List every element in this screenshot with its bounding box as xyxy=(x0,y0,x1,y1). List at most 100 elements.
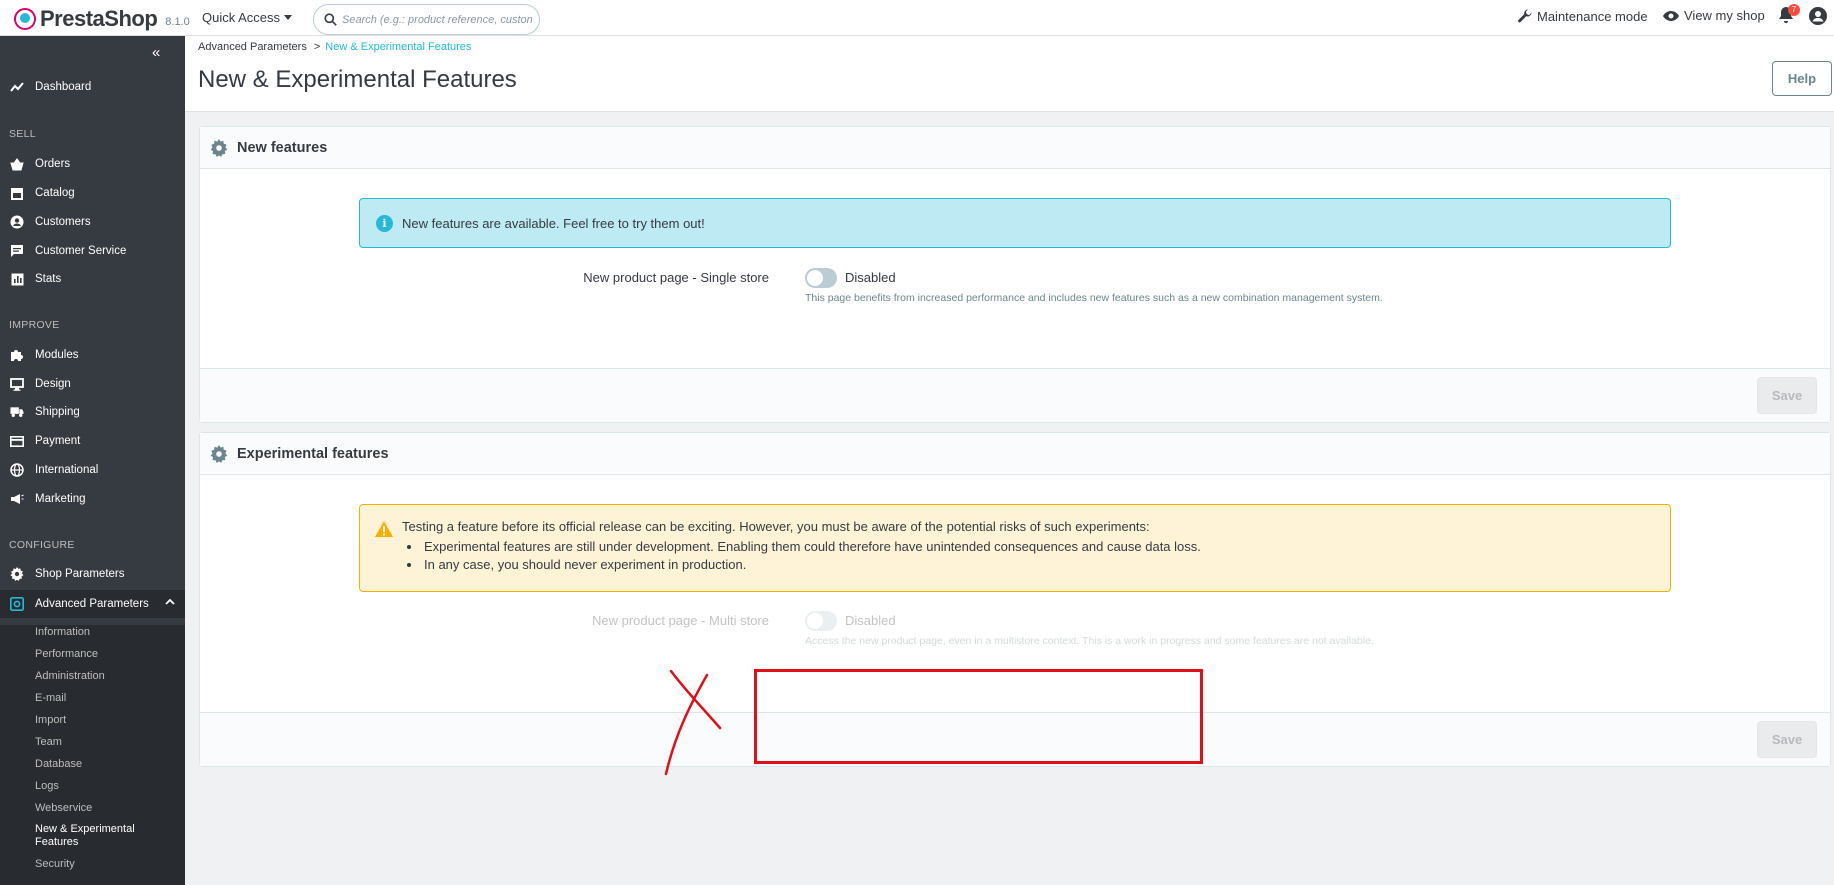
warning-intro: Testing a feature before its official re… xyxy=(402,519,1150,534)
field-label: New product page - Single store xyxy=(583,270,769,285)
gear-icon xyxy=(10,567,24,581)
search-placeholder: Search (e.g.: product reference, custon xyxy=(342,13,533,26)
sidebar-item-label: Marketing xyxy=(35,493,86,505)
warning-alert: Testing a feature before its official re… xyxy=(359,504,1671,592)
sidebar-item-label: Design xyxy=(35,378,71,390)
settings-applications-icon xyxy=(10,597,24,611)
chat-icon xyxy=(10,244,24,258)
info-alert-text: New features are available. Feel free to… xyxy=(402,215,705,231)
info-alert: i New features are available. Feel free … xyxy=(359,198,1671,248)
sidebar-item-dashboard[interactable]: Dashboard xyxy=(0,74,185,100)
field-help-text: Access the new product page, even in a m… xyxy=(805,635,1374,647)
submenu-email[interactable]: E-mail xyxy=(35,692,66,704)
section-configure: CONFIGURE xyxy=(9,539,75,551)
basket-icon xyxy=(10,157,24,171)
prestashop-logo-icon xyxy=(14,8,36,30)
sidebar-item-modules[interactable]: Modules xyxy=(0,342,185,368)
collapse-sidebar-icon[interactable]: « xyxy=(152,44,161,61)
new-features-card: New features i New features are availabl… xyxy=(199,126,1831,423)
sidebar-item-label: Payment xyxy=(35,435,81,447)
sidebar-item-label: Customer Service xyxy=(35,245,127,257)
chevron-up-icon xyxy=(165,598,175,605)
sidebar-item-orders[interactable]: Orders xyxy=(0,151,185,177)
card-header: Experimental features xyxy=(200,433,1830,475)
sidebar-item-marketing[interactable]: Marketing xyxy=(0,486,185,512)
warning-list: Experimental features are still under de… xyxy=(422,538,1201,574)
warning-item: Experimental features are still under de… xyxy=(422,538,1201,556)
sidebar-item-shop-parameters[interactable]: Shop Parameters xyxy=(0,561,185,587)
save-button[interactable]: Save xyxy=(1757,377,1817,414)
monitor-icon xyxy=(10,377,24,391)
single-store-toggle[interactable] xyxy=(805,268,837,288)
annotation-rectangle xyxy=(754,669,1203,764)
sidebar-item-international[interactable]: International xyxy=(0,457,185,483)
caret-down-icon xyxy=(284,15,293,20)
sidebar-item-label: Shipping xyxy=(35,406,80,418)
sidebar-item-label: Dashboard xyxy=(35,81,92,93)
globe-icon xyxy=(10,463,24,477)
sidebar-item-customer-service[interactable]: Customer Service xyxy=(0,238,185,264)
save-button[interactable]: Save xyxy=(1757,721,1817,758)
trending-up-icon xyxy=(10,80,24,94)
field-label: New product page - Multi store xyxy=(591,613,769,628)
notification-badge: 7 xyxy=(1788,4,1800,16)
top-header: PrestaShop 8.1.0 Quick Access Search (e.… xyxy=(0,0,1834,36)
submenu-performance[interactable]: Performance xyxy=(35,648,98,660)
warning-item: In any case, you should never experiment… xyxy=(422,556,1201,574)
view-shop-link[interactable]: View my shop xyxy=(1662,8,1765,23)
maintenance-mode-link[interactable]: Maintenance mode xyxy=(1517,8,1648,24)
prestashop-logo[interactable]: PrestaShop 8.1.0 xyxy=(14,6,190,32)
multi-store-toggle[interactable] xyxy=(805,611,837,631)
wrench-icon xyxy=(1518,9,1532,23)
card-footer: Save xyxy=(200,368,1830,422)
warning-icon xyxy=(375,521,393,537)
sidebar: « Dashboard SELL Orders Catalog Customer… xyxy=(0,36,185,885)
submenu-new-experimental-features[interactable]: New & Experimental Features xyxy=(35,823,155,849)
sidebar-item-label: Shop Parameters xyxy=(35,568,125,580)
page-toolbar: Advanced Parameters > New & Experimental F… xyxy=(185,36,1834,112)
brand-name: PrestaShop xyxy=(40,6,158,31)
store-icon xyxy=(10,186,24,200)
annotation-cross-mark xyxy=(664,670,722,776)
submenu-webservice[interactable]: Webservice xyxy=(35,802,92,814)
breadcrumb-parent[interactable]: Advanced Parameters xyxy=(198,41,307,53)
search-input[interactable]: Search (e.g.: product reference, custon xyxy=(313,4,540,35)
field-help-text: This page benefits from increased perfor… xyxy=(805,292,1383,304)
view-shop-label: View my shop xyxy=(1684,8,1765,23)
info-icon: i xyxy=(376,214,393,232)
submenu-import[interactable]: Import xyxy=(35,714,66,726)
submenu-information[interactable]: Information xyxy=(35,626,90,638)
sidebar-item-label: International xyxy=(35,464,99,476)
sidebar-item-advanced-parameters[interactable]: Advanced Parameters xyxy=(0,590,185,618)
sidebar-item-payment[interactable]: Payment xyxy=(0,428,185,454)
section-improve: IMPROVE xyxy=(9,319,60,331)
account-icon[interactable] xyxy=(1808,6,1828,26)
quick-access-dropdown[interactable]: Quick Access xyxy=(202,10,293,25)
puzzle-icon xyxy=(10,348,24,362)
sidebar-item-design[interactable]: Design xyxy=(0,371,185,397)
truck-icon xyxy=(10,405,24,419)
breadcrumb-current[interactable]: New & Experimental Features xyxy=(325,41,471,53)
gear-icon xyxy=(210,138,228,157)
sidebar-item-customers[interactable]: Customers xyxy=(0,209,185,235)
submenu-security[interactable]: Security xyxy=(35,858,75,870)
user-circle-icon xyxy=(10,215,24,229)
submenu-administration[interactable]: Administration xyxy=(35,670,105,682)
submenu-logs[interactable]: Logs xyxy=(35,780,59,792)
card-title: Experimental features xyxy=(237,445,389,462)
help-button[interactable]: Help xyxy=(1772,61,1832,96)
bar-chart-icon xyxy=(10,272,24,286)
sidebar-item-label: Orders xyxy=(35,158,71,170)
card-title: New features xyxy=(237,139,328,156)
version-label: 8.1.0 xyxy=(165,16,190,28)
submenu-database[interactable]: Database xyxy=(35,758,82,770)
gear-icon xyxy=(210,444,228,463)
submenu-team[interactable]: Team xyxy=(35,736,62,748)
sidebar-item-label: Stats xyxy=(35,273,62,285)
sidebar-item-catalog[interactable]: Catalog xyxy=(0,180,185,206)
quick-access-label: Quick Access xyxy=(202,10,281,25)
sidebar-item-shipping[interactable]: Shipping xyxy=(0,399,185,425)
credit-card-icon xyxy=(10,434,24,448)
page-title: New & Experimental Features xyxy=(198,66,517,93)
sidebar-item-stats[interactable]: Stats xyxy=(0,266,185,292)
